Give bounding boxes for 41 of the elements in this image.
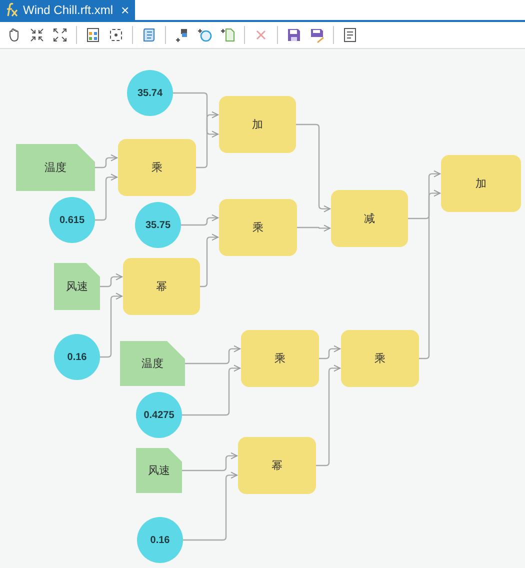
- constant-node: 35.74: [127, 70, 173, 116]
- collapse-icon[interactable]: [29, 27, 45, 43]
- variable-node: 风速: [136, 448, 182, 493]
- function-node: 乘: [219, 199, 297, 256]
- script-icon[interactable]: [141, 27, 157, 43]
- connector-arrow: [297, 224, 330, 232]
- connector-arrow: [95, 174, 118, 221]
- tab-title: Wind Chill.rft.xml: [23, 3, 114, 17]
- save-icon[interactable]: [286, 27, 302, 43]
- variable-node: 温度: [120, 341, 185, 386]
- function-node: 乘: [241, 330, 319, 387]
- constant-node: 0.4275: [136, 392, 182, 438]
- connector-arrow: [100, 292, 122, 358]
- layout-icon[interactable]: [85, 27, 101, 43]
- function-node: 加: [219, 96, 296, 153]
- properties-icon[interactable]: [342, 27, 358, 43]
- constant-node: 0.615: [49, 197, 95, 243]
- constant-node: 0.16: [54, 334, 100, 380]
- connector-arrow: [95, 154, 118, 168]
- connector-arrow: [181, 214, 218, 226]
- connector-arrow: [200, 234, 218, 288]
- connector-arrow: [100, 273, 122, 288]
- fit-view-icon[interactable]: [108, 27, 124, 43]
- expand-icon[interactable]: [52, 27, 68, 43]
- function-node: 加: [441, 155, 521, 212]
- close-button[interactable]: ×: [121, 3, 130, 17]
- function-node: 减: [331, 190, 408, 247]
- constant-node: 0.16: [137, 517, 183, 563]
- constant-node: 35.75: [135, 202, 181, 248]
- function-node: 幂: [123, 258, 200, 315]
- connector-arrow: [319, 345, 340, 360]
- function-node: 乘: [341, 330, 419, 387]
- function-node: 幂: [238, 437, 316, 494]
- add-function-icon[interactable]: [174, 27, 190, 43]
- save-as-icon[interactable]: [309, 27, 325, 43]
- document-tab[interactable]: Wind Chill.rft.xml ×: [0, 0, 136, 20]
- function-node: 乘: [118, 139, 196, 196]
- variable-node: 温度: [16, 144, 95, 191]
- add-field-icon[interactable]: [220, 27, 236, 43]
- add-constant-icon[interactable]: [197, 27, 213, 43]
- variable-node: 风速: [54, 263, 100, 310]
